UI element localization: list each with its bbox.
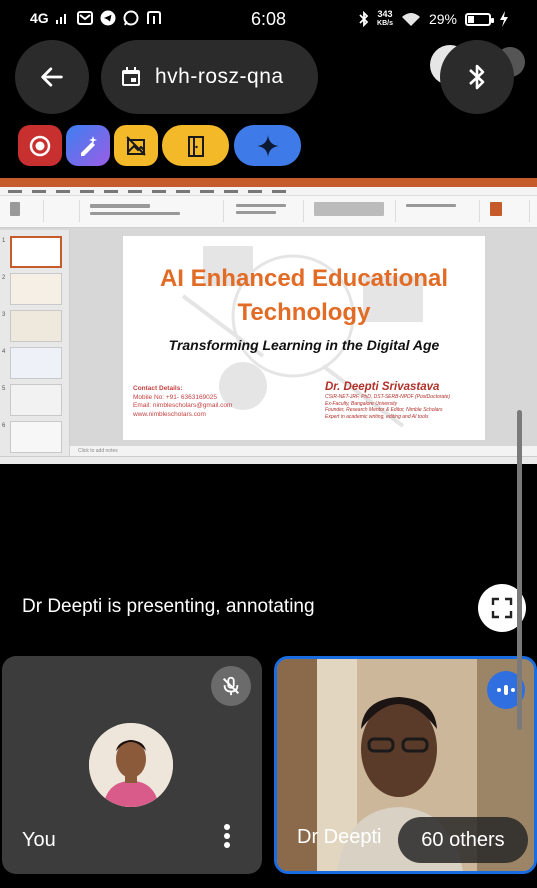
current-slide: AI Enhanced Educational Technology Trans… xyxy=(123,236,485,440)
author-name: Dr. Deepti Srivastava xyxy=(325,381,440,393)
self-name: You xyxy=(22,829,56,851)
ribbon-tabs xyxy=(0,187,537,196)
sparkle-icon xyxy=(256,134,279,157)
door-icon xyxy=(187,135,204,157)
record-icon xyxy=(29,135,51,156)
annotate-button[interactable] xyxy=(66,125,110,166)
leave-room-button[interactable] xyxy=(162,125,229,166)
slide-thumbnails: 1 2 3 4 5 6 xyxy=(0,230,70,456)
thumbnail-slide-3[interactable] xyxy=(10,310,62,342)
author-block: Dr. Deepti Srivastava CSIR-NET-JRF, PhD,… xyxy=(325,380,477,420)
shared-screen[interactable]: 1 2 3 4 5 6 AI Enhanced Educational Tech… xyxy=(0,178,537,464)
calendar-icon xyxy=(122,67,140,86)
thumbnail-slide-5[interactable] xyxy=(10,384,62,416)
arrow-left-icon xyxy=(41,67,63,87)
status-right: 343 KB/s 29% xyxy=(359,10,509,28)
self-photo xyxy=(89,723,173,807)
more-vertical-icon xyxy=(224,824,230,848)
thumbnail-slide-2[interactable] xyxy=(10,273,62,305)
mute-indicator xyxy=(211,666,251,706)
more-options-button[interactable] xyxy=(218,822,236,855)
thumbnail-slide-1[interactable] xyxy=(10,236,62,268)
pen-sparkle-icon xyxy=(81,135,97,156)
thumbnail-slide-6[interactable] xyxy=(10,421,62,453)
avatar xyxy=(89,723,173,807)
wifi-icon xyxy=(401,13,420,26)
background-effects-button[interactable] xyxy=(114,125,158,166)
scrollbar[interactable] xyxy=(517,410,522,730)
speaker-name: Dr Deepti xyxy=(297,826,382,848)
charging-icon xyxy=(500,11,508,27)
meeting-info-button[interactable]: hvh-rosz-qna xyxy=(101,40,318,114)
app-title-bar xyxy=(0,178,537,187)
record-button[interactable] xyxy=(18,125,62,166)
self-tile[interactable]: You xyxy=(2,656,262,874)
mic-off-icon xyxy=(222,676,240,696)
battery-icon xyxy=(465,12,494,26)
gemini-button[interactable] xyxy=(234,125,301,166)
thumbnail-slide-4[interactable] xyxy=(10,347,62,379)
fullscreen-icon xyxy=(491,597,513,619)
bluetooth-button[interactable] xyxy=(440,40,514,114)
bluetooth-icon xyxy=(469,64,485,90)
crossed-image-icon xyxy=(126,135,146,156)
slide-subtitle: Transforming Learning in the Digital Age xyxy=(168,337,440,353)
battery-percent: 29% xyxy=(428,11,457,27)
net-speed: 343 KB/s xyxy=(377,9,393,28)
notes-pane: Click to add notes xyxy=(70,446,537,456)
meeting-code: hvh-rosz-qna xyxy=(155,65,284,88)
bluetooth-status-icon xyxy=(359,11,369,27)
contact-details: Contact Details: Mobile No: +91- 6363169… xyxy=(133,385,233,418)
speaker-tile[interactable]: Dr Deepti 60 others xyxy=(274,656,537,874)
app-status-bar xyxy=(0,456,537,464)
status-bar: 4G 6:08 343 KB/s 29% xyxy=(0,0,537,40)
others-count-button[interactable]: 60 others xyxy=(398,817,528,863)
slide-title: AI Enhanced Educational Technology xyxy=(159,265,449,326)
ribbon-toolbar xyxy=(0,196,537,228)
back-button[interactable] xyxy=(15,40,89,114)
presenting-status: Dr Deepti is presenting, annotating xyxy=(22,596,315,617)
